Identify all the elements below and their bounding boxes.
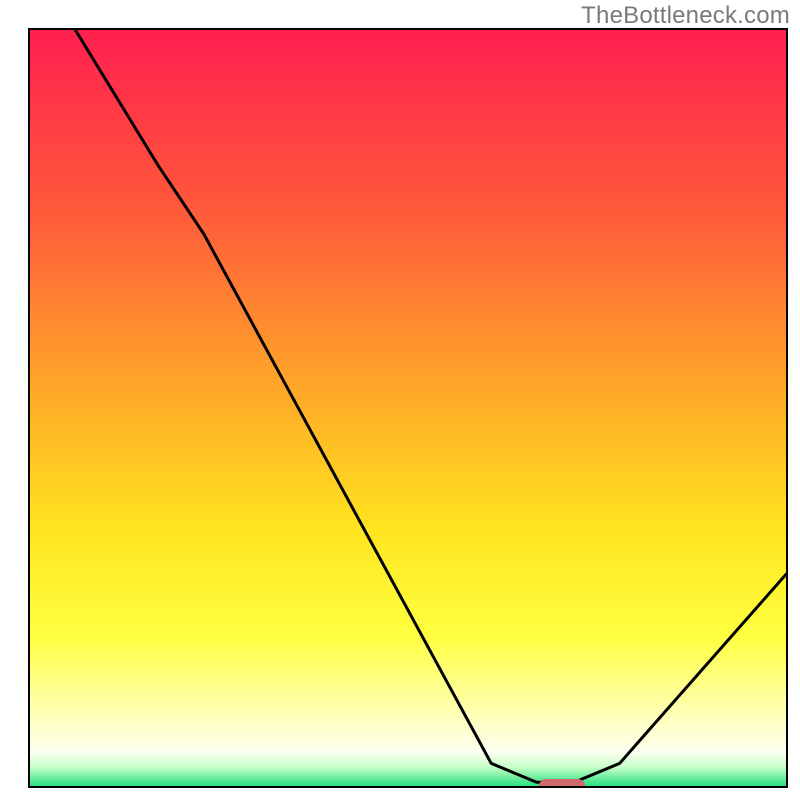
bottleneck-curve: [30, 30, 786, 786]
plot-area: [28, 28, 788, 788]
watermark-text: TheBottleneck.com: [581, 2, 790, 30]
sweet-spot-marker: [539, 779, 585, 788]
chart-container: TheBottleneck.com: [0, 0, 800, 800]
